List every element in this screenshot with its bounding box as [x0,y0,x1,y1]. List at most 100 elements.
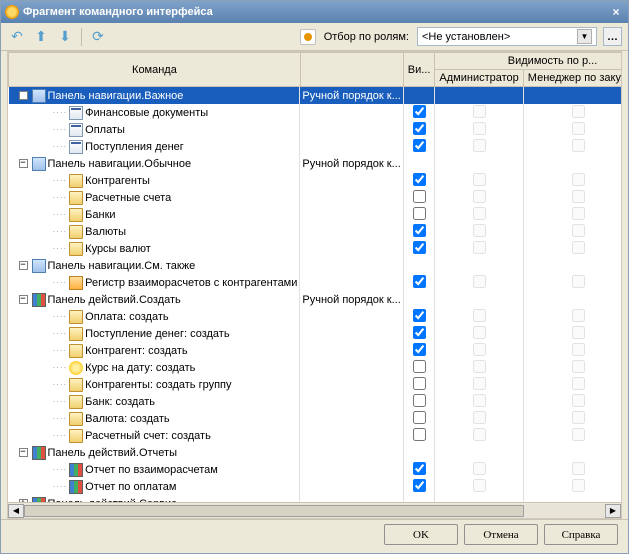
checkbox-cell [523,121,621,138]
col-visibility[interactable]: Ви... [403,53,435,87]
tree-row[interactable]: ····Отчет по взаиморасчетам [9,461,622,478]
row-label: Банки [85,209,115,221]
visibility-checkbox[interactable] [413,377,426,390]
tree-row[interactable]: −Панель навигации.ВажноеРучной порядок к… [9,87,622,105]
visibility-checkbox [572,326,585,339]
tree-row[interactable]: ····Контрагент: создать [9,342,622,359]
tree-row[interactable]: ····Курс на дату: создать [9,359,622,376]
tree-row[interactable]: ····Валюта: создать [9,410,622,427]
visibility-checkbox[interactable] [413,207,426,220]
row-note [300,172,403,189]
visibility-checkbox[interactable] [413,139,426,152]
scroll-thumb[interactable] [24,505,524,517]
visibility-checkbox[interactable] [413,411,426,424]
tree-row[interactable]: ····Оплаты [9,121,622,138]
expander-icon[interactable]: − [19,91,28,100]
refresh-button[interactable]: ⟳ [88,27,108,47]
expander-icon[interactable]: − [19,448,28,457]
ok-button[interactable]: OK [384,524,458,545]
tree-row[interactable]: ····Расчетные счета [9,189,622,206]
checkbox-cell [435,410,523,427]
visibility-checkbox[interactable] [413,173,426,186]
col-note[interactable] [300,53,403,87]
visibility-checkbox [473,479,486,492]
checkbox-cell [435,223,523,240]
row-label: Контрагенты [85,175,150,187]
tree-row[interactable]: ···· Контрагенты [9,172,622,189]
tree-row[interactable]: ···· Курсы валют [9,240,622,257]
checkbox-cell [403,104,435,121]
checkbox-cell [435,206,523,223]
row-label: Панель навигации.Важное [48,90,184,102]
checkbox-cell [403,138,435,155]
checkbox-cell [403,223,435,240]
visibility-checkbox[interactable] [413,428,426,441]
expander-icon[interactable]: − [19,295,28,304]
checkbox-cell [523,342,621,359]
col-role-manager[interactable]: Менеджер по заку... [523,70,621,87]
tree-row[interactable]: ····Контрагенты: создать группу [9,376,622,393]
visibility-checkbox[interactable] [413,462,426,475]
checkbox-cell [403,189,435,206]
tree-row[interactable]: ····Финансовые документы [9,104,622,121]
tree-dots: ···· [53,193,68,202]
visibility-checkbox[interactable] [413,343,426,356]
checkbox-cell [403,87,435,105]
col-role-admin[interactable]: Администратор [435,70,523,87]
expander-icon[interactable]: − [19,261,28,270]
move-out-button[interactable]: ↶ [7,27,27,47]
tree-dots: ···· [53,329,68,338]
tree-row[interactable]: ····Поступления денег [9,138,622,155]
row-label: Панель действий.Отчеты [48,447,178,459]
scroll-left-icon[interactable]: ◀ [8,504,24,518]
visibility-checkbox[interactable] [413,326,426,339]
visibility-checkbox[interactable] [413,241,426,254]
visibility-checkbox[interactable] [413,394,426,407]
tree-row[interactable]: −Панель навигации.ОбычноеРучной порядок … [9,155,622,172]
tree-row[interactable]: −Панель навигации.См. также [9,257,622,274]
visibility-checkbox[interactable] [413,224,426,237]
scroll-track[interactable] [24,504,605,518]
cancel-button[interactable]: Отмена [464,524,538,545]
role-filter-value: <Не установлен> [422,31,510,43]
tree-row[interactable]: ····Отчет по оплатам [9,478,622,495]
role-filter-select[interactable]: <Не установлен> ▼ [417,27,597,46]
visibility-checkbox[interactable] [413,275,426,288]
tree-dots: ···· [53,244,68,253]
move-up-button[interactable]: ⬆ [31,27,51,47]
tree-row[interactable]: − Панель действий.Отчеты [9,444,622,461]
tree-row[interactable]: ····Поступление денег: создать [9,325,622,342]
col-vis-by-roles[interactable]: Видимость по р... [435,53,621,70]
folder-icon [69,225,83,239]
checkbox-cell [435,393,523,410]
tree-row[interactable]: +Панель действий.Сервис [9,495,622,502]
visibility-checkbox[interactable] [413,122,426,135]
col-command[interactable]: Команда [9,53,301,87]
tree-row[interactable]: ····Валюты [9,223,622,240]
scroll-right-icon[interactable]: ▶ [605,504,621,518]
tree-row[interactable]: ····Банк: создать [9,393,622,410]
tree-row[interactable]: ····Расчетный счет: создать [9,427,622,444]
role-filter-more-button[interactable]: … [603,27,622,46]
tree-row[interactable]: ····Регистр взаиморасчетов с контрагента… [9,274,622,291]
visibility-checkbox[interactable] [413,190,426,203]
visibility-checkbox[interactable] [413,479,426,492]
help-button[interactable]: Справка [544,524,618,545]
visibility-checkbox[interactable] [413,309,426,322]
tree-row[interactable]: ····Оплата: создать [9,308,622,325]
row-label: Оплаты [85,124,125,136]
tree-row[interactable]: −Панель действий.СоздатьРучной порядок к… [9,291,622,308]
checkbox-cell [523,87,621,105]
visibility-checkbox [572,343,585,356]
close-icon[interactable]: × [608,4,624,20]
checkbox-cell [403,461,435,478]
checkbox-cell [435,478,523,495]
scrollbar-horizontal[interactable]: ◀ ▶ [8,502,621,518]
tree-row[interactable]: ····Банки [9,206,622,223]
visibility-checkbox[interactable] [413,360,426,373]
expander-icon[interactable]: − [19,159,28,168]
row-label: Курсы валют [85,243,151,255]
visibility-checkbox[interactable] [413,105,426,118]
move-down-button[interactable]: ⬇ [55,27,75,47]
tree-dots: ···· [53,176,68,185]
